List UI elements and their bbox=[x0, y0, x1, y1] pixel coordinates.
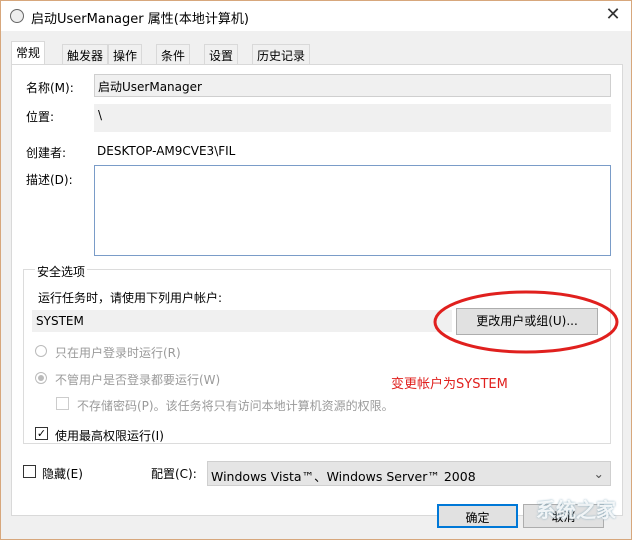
tab-conditions[interactable]: 条件 bbox=[156, 44, 191, 64]
author-value: DESKTOP-AM9CVE3\FIL bbox=[97, 144, 236, 158]
highest-privileges-label: 使用最高权限运行(I) bbox=[55, 429, 164, 443]
watermark-logo: 系统之家 bbox=[536, 498, 616, 522]
tab-settings[interactable]: 设置 bbox=[204, 44, 239, 64]
tab-triggers[interactable]: 触发器 bbox=[62, 44, 109, 64]
radio-run-when-logged-on[interactable] bbox=[35, 345, 47, 357]
annotation-text: 变更帐户为SYSTEM bbox=[391, 377, 508, 392]
radio-run-when-logged-on-label: 只在用户登录时运行(R) bbox=[55, 346, 181, 360]
ok-button[interactable]: 确定 bbox=[437, 504, 518, 528]
window-title: 启动UserManager 属性(本地计算机) bbox=[31, 12, 249, 27]
description-label: 描述(D): bbox=[26, 173, 73, 187]
task-properties-dialog: 启动UserManager 属性(本地计算机) ✕ 常规 触发器 操作 条件 设… bbox=[0, 0, 632, 540]
run-as-label: 运行任务时，请使用下列用户帐户: bbox=[38, 291, 223, 305]
highest-privileges-checkbox[interactable]: ✓ bbox=[35, 427, 48, 440]
clock-icon bbox=[10, 9, 24, 23]
configure-select-value: Windows Vista™、Windows Server™ 2008 bbox=[211, 469, 476, 484]
hidden-label: 隐藏(E) bbox=[42, 467, 83, 481]
description-textarea[interactable] bbox=[94, 165, 611, 256]
location-label: 位置: bbox=[26, 110, 55, 124]
red-ellipse-annotation bbox=[433, 290, 619, 354]
user-account-field: SYSTEM bbox=[32, 310, 452, 332]
name-field[interactable]: 启动UserManager bbox=[94, 74, 611, 97]
tab-general[interactable]: 常规 bbox=[11, 41, 46, 65]
title-bar: 启动UserManager 属性(本地计算机) ✕ bbox=[1, 1, 631, 31]
configure-select[interactable]: Windows Vista™、Windows Server™ 2008 ⌄ bbox=[207, 461, 611, 486]
radio-run-whether-logged-on[interactable] bbox=[35, 372, 47, 384]
name-label: 名称(M): bbox=[26, 81, 74, 95]
chevron-down-icon: ⌄ bbox=[593, 466, 604, 481]
tab-actions[interactable]: 操作 bbox=[108, 44, 143, 64]
author-label: 创建者: bbox=[26, 146, 67, 160]
close-button[interactable]: ✕ bbox=[601, 4, 625, 25]
no-store-password-label: 不存储密码(P)。该任务将只有访问本地计算机资源的权限。 bbox=[77, 399, 394, 413]
location-field: \ bbox=[94, 104, 611, 132]
hidden-checkbox[interactable] bbox=[23, 465, 36, 478]
radio-run-whether-logged-on-label: 不管用户是否登录都要运行(W) bbox=[55, 373, 221, 387]
configure-label: 配置(C): bbox=[151, 467, 197, 481]
no-store-password-checkbox[interactable] bbox=[56, 397, 69, 410]
security-group-label: 安全选项 bbox=[35, 263, 88, 280]
tab-history[interactable]: 历史记录 bbox=[252, 44, 311, 64]
